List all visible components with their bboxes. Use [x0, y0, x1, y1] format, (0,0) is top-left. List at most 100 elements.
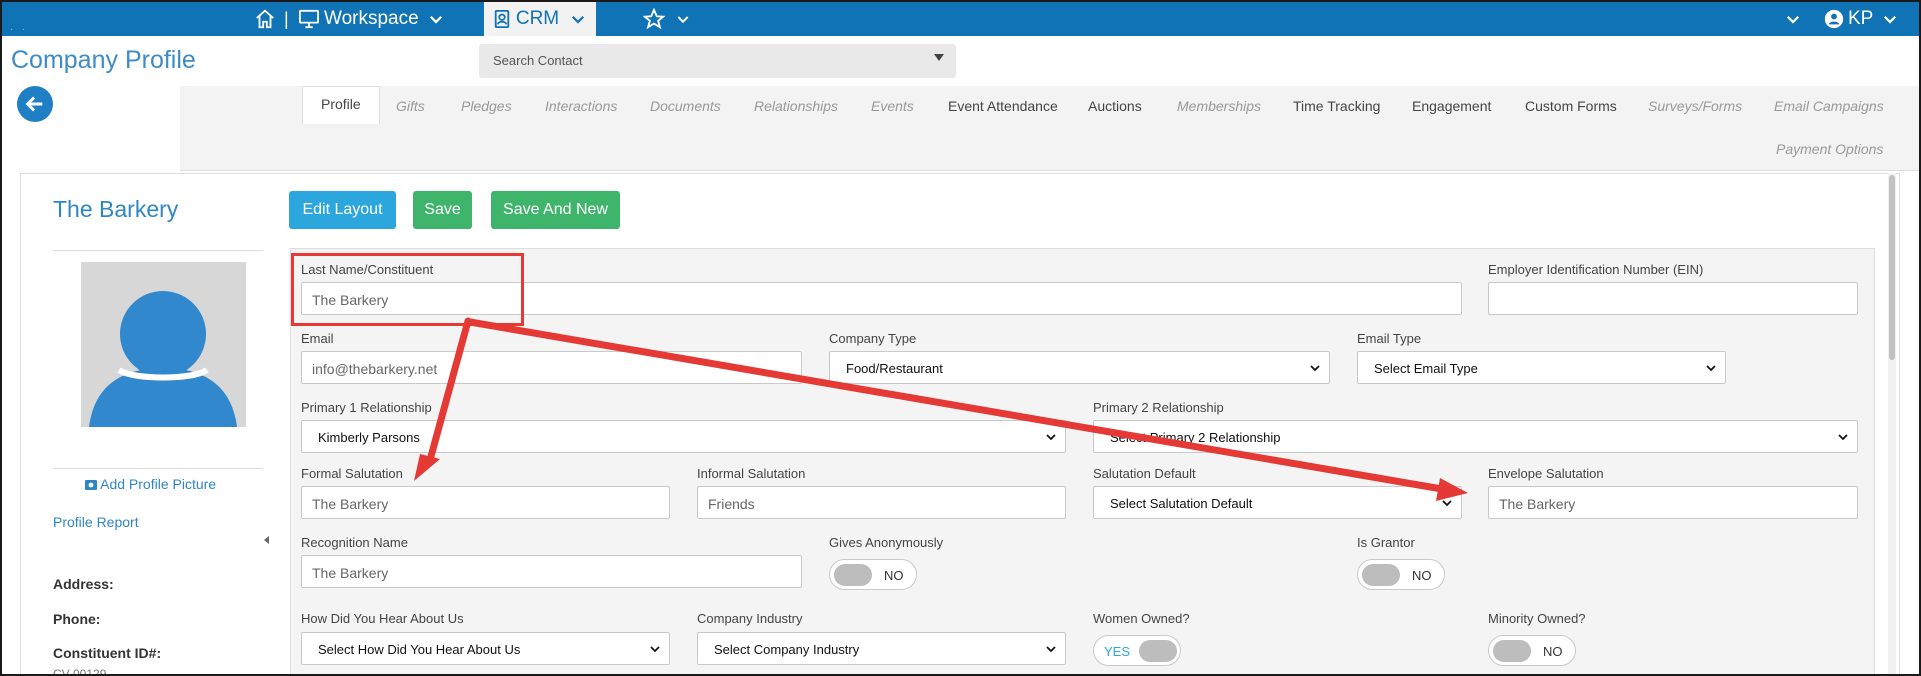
tab-events[interactable]: Events: [871, 98, 914, 114]
chevron-down-icon: [1884, 15, 1897, 24]
company-type-select[interactable]: Food/Restaurant: [829, 351, 1330, 384]
recognition-name-label: Recognition Name: [301, 535, 408, 550]
chevron-down-icon: [1046, 434, 1056, 441]
tab-time-tracking[interactable]: Time Tracking: [1293, 98, 1380, 114]
company-name: The Barkery: [53, 196, 179, 222]
primary1-value: Kimberly Parsons: [318, 430, 420, 445]
salutation-default-value: Select Salutation Default: [1110, 496, 1253, 511]
chevron-down-icon: [1310, 365, 1320, 372]
toggle-knob: [834, 564, 872, 586]
add-profile-picture-link[interactable]: Add Profile Picture: [85, 476, 216, 492]
avatar: [81, 262, 246, 427]
women-owned-value: YES: [1104, 644, 1131, 659]
vertical-scrollbar[interactable]: [1888, 173, 1896, 674]
recognition-name-field[interactable]: The Barkery: [301, 555, 802, 588]
tab-gifts[interactable]: Gifts: [396, 98, 425, 114]
user-menu[interactable]: KP: [1824, 2, 1899, 36]
constituent-id-value: CV-00129: [53, 667, 107, 676]
app-window: · · | Workspace CRM KP Company Profile S…: [0, 0, 1921, 676]
email-field[interactable]: info@thebarkery.net: [301, 351, 802, 384]
company-industry-select[interactable]: Select Company Industry: [697, 632, 1066, 665]
camera-icon: [85, 480, 97, 490]
notifications-dropdown[interactable]: [1784, 2, 1802, 36]
tab-relationships[interactable]: Relationships: [754, 98, 838, 114]
edit-layout-button[interactable]: Edit Layout: [289, 191, 396, 229]
company-industry-label: Company Industry: [697, 611, 803, 626]
home-icon[interactable]: [254, 2, 276, 36]
toggle-knob: [1493, 640, 1531, 662]
how-heard-value: Select How Did You Hear About Us: [318, 642, 521, 657]
tab-email-campaigns[interactable]: Email Campaigns: [1774, 98, 1884, 114]
envelope-salutation-value: The Barkery: [1499, 496, 1576, 512]
crm-label: CRM: [515, 8, 560, 29]
gives-anonymously-value: NO: [884, 568, 904, 583]
envelope-salutation-field[interactable]: The Barkery: [1488, 486, 1858, 519]
salutation-default-select[interactable]: Select Salutation Default: [1093, 486, 1462, 519]
tab-engagement[interactable]: Engagement: [1412, 98, 1491, 114]
scrollbar-thumb[interactable]: [1889, 175, 1895, 360]
primary2-select[interactable]: Select Primary 2 Relationship: [1093, 420, 1858, 453]
chevron-down-icon: [1838, 434, 1848, 441]
star-icon: [643, 8, 665, 30]
chevron-down-icon: [429, 15, 442, 24]
tab-surveys-forms[interactable]: Surveys/Forms: [1648, 98, 1742, 114]
profile-report-link[interactable]: Profile Report: [53, 514, 139, 530]
tab-pledges[interactable]: Pledges: [461, 98, 512, 114]
formal-salutation-label: Formal Salutation: [301, 466, 403, 481]
tab-interactions[interactable]: Interactions: [545, 98, 617, 114]
tab-documents[interactable]: Documents: [650, 98, 721, 114]
favorites-menu[interactable]: [643, 2, 691, 36]
tab-custom-forms[interactable]: Custom Forms: [1525, 98, 1617, 114]
tab-payment-options[interactable]: Payment Options: [1776, 141, 1883, 157]
chevron-down-icon: [1442, 500, 1452, 507]
tab-auctions[interactable]: Auctions: [1088, 98, 1142, 114]
chevron-down-icon: [572, 15, 585, 24]
search-placeholder: Search Contact: [493, 53, 583, 68]
how-heard-select[interactable]: Select How Did You Hear About Us: [301, 632, 670, 665]
how-heard-label: How Did You Hear About Us: [301, 611, 464, 626]
minority-owned-label: Minority Owned?: [1488, 611, 1586, 626]
phone-label: Phone:: [53, 611, 101, 627]
profile-tabs: Profile Gifts Pledges Interactions Docum…: [180, 86, 1919, 171]
gives-anonymously-toggle[interactable]: NO: [829, 559, 917, 590]
gives-anonymously-label: Gives Anonymously: [829, 535, 944, 550]
arrow-left-icon: [25, 96, 43, 112]
company-industry-value: Select Company Industry: [714, 642, 860, 657]
informal-salutation-value: Friends: [708, 496, 755, 512]
formal-salutation-value: The Barkery: [312, 496, 389, 512]
salutation-default-label: Salutation Default: [1093, 466, 1196, 481]
chevron-down-icon: [1706, 365, 1716, 372]
email-value: info@thebarkery.net: [312, 361, 438, 377]
ein-field[interactable]: [1488, 282, 1858, 315]
primary1-select[interactable]: Kimberly Parsons: [301, 420, 1066, 453]
page-title: Company Profile: [11, 46, 196, 74]
constituent-id-label: Constituent ID#:: [53, 645, 162, 661]
workspace-menu[interactable]: Workspace: [298, 2, 445, 36]
tab-event-attendance[interactable]: Event Attendance: [948, 98, 1058, 114]
informal-salutation-field[interactable]: Friends: [697, 486, 1066, 519]
is-grantor-label: Is Grantor: [1357, 535, 1415, 550]
women-owned-toggle[interactable]: YES: [1093, 635, 1181, 666]
annotation-highlight-box: [291, 253, 524, 326]
email-type-select[interactable]: Select Email Type: [1357, 351, 1726, 384]
collapse-sidebar-icon[interactable]: [264, 536, 269, 544]
email-type-label: Email Type: [1357, 331, 1422, 346]
save-button[interactable]: Save: [413, 191, 472, 229]
tab-profile[interactable]: Profile: [302, 86, 380, 124]
chevron-down-icon: [677, 16, 689, 24]
tab-memberships[interactable]: Memberships: [1177, 98, 1261, 114]
is-grantor-toggle[interactable]: NO: [1357, 559, 1445, 590]
company-type-label: Company Type: [829, 331, 917, 346]
back-button[interactable]: [17, 86, 53, 122]
search-contact-input[interactable]: Search Contact: [479, 44, 956, 78]
crm-menu[interactable]: CRM: [484, 2, 596, 36]
minority-owned-toggle[interactable]: NO: [1488, 635, 1576, 666]
formal-salutation-field[interactable]: The Barkery: [301, 486, 670, 519]
person-silhouette-icon: [89, 291, 237, 427]
chevron-down-icon: [650, 646, 660, 653]
decorative-dots: · ·: [10, 24, 25, 35]
save-and-new-button[interactable]: Save And New: [491, 191, 620, 229]
chevron-down-icon: [1046, 646, 1056, 653]
chevron-down-icon: [1786, 15, 1800, 24]
user-initials: KP: [1848, 8, 1874, 29]
